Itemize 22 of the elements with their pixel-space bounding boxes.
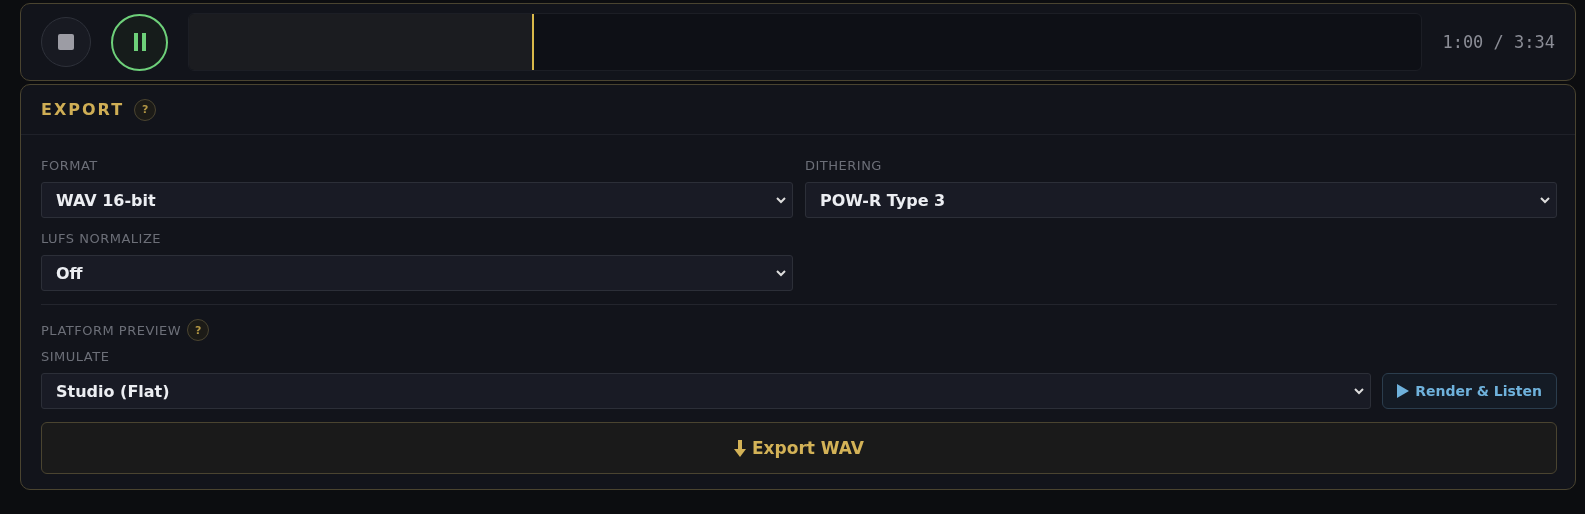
stop-icon bbox=[58, 34, 74, 50]
download-arrow-icon bbox=[734, 439, 746, 457]
dithering-select[interactable]: POW-R Type 3 bbox=[805, 182, 1557, 218]
normalize-label: LUFS NORMALIZE bbox=[41, 231, 163, 246]
render-button[interactable]: Render & Listen bbox=[1382, 373, 1557, 409]
dithering-label: DITHERING bbox=[805, 158, 883, 173]
help-button[interactable]: ? bbox=[134, 98, 157, 121]
normalize-select[interactable]: Off bbox=[41, 255, 793, 291]
play-icon bbox=[1397, 384, 1410, 398]
help-button[interactable]: ? bbox=[187, 319, 210, 341]
export-button[interactable]: Export WAV bbox=[41, 422, 1557, 474]
time-display: 1:00 / 3:34 bbox=[1442, 32, 1555, 52]
stop-button[interactable] bbox=[41, 17, 91, 67]
format-select[interactable]: WAV 16-bit bbox=[41, 182, 793, 218]
pause-icon bbox=[133, 33, 146, 51]
simulate-select[interactable]: Studio (Flat) bbox=[41, 373, 1372, 409]
panel-title: EXPORT bbox=[41, 100, 125, 119]
progress-track[interactable] bbox=[188, 13, 1423, 71]
pause-button[interactable] bbox=[111, 13, 168, 71]
format-label: FORMAT bbox=[41, 158, 99, 173]
simulate-label: SIMULATE bbox=[41, 349, 111, 364]
section-title: PLATFORM PREVIEW bbox=[41, 322, 182, 338]
